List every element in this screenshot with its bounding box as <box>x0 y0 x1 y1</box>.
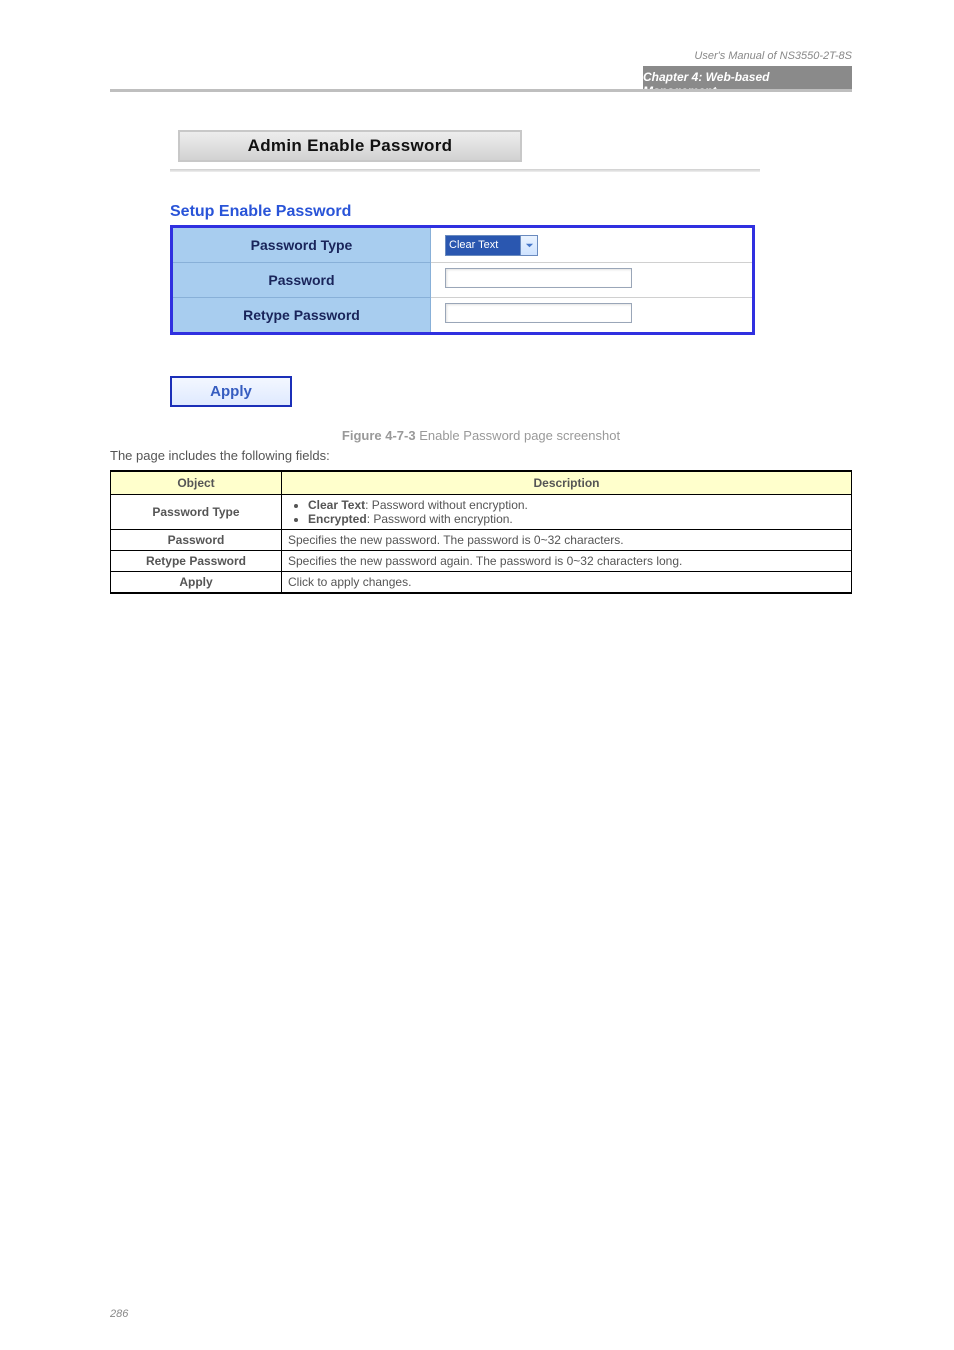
table-header-row: Object Description <box>111 471 852 495</box>
manual-title: User's Manual of NS3550-2T-8S <box>643 50 852 62</box>
th-object: Object <box>111 471 282 495</box>
table-row: Password Type Clear Text: Password witho… <box>111 495 852 530</box>
apply-button[interactable]: Apply <box>170 376 292 407</box>
cell-description: Specifies the new password. The password… <box>282 530 852 551</box>
chevron-down-icon <box>520 236 537 255</box>
bullet-bold: Encrypted <box>308 512 367 526</box>
cell-description: Click to apply changes. <box>282 572 852 594</box>
label-retype-password: Retype Password <box>172 298 431 334</box>
object-description-table: Object Description Password Type Clear T… <box>110 470 852 594</box>
label-password-type: Password Type <box>172 227 431 263</box>
row-password: Password <box>172 263 754 298</box>
cell-object: Password Type <box>111 495 282 530</box>
intro-paragraph: The page includes the following fields: <box>110 448 852 463</box>
retype-password-input[interactable] <box>445 303 632 323</box>
bullet-rest: : Password with encryption. <box>367 512 513 526</box>
bullet-item: Encrypted: Password with encryption. <box>308 512 845 526</box>
cell-description: Specifies the new password again. The pa… <box>282 551 852 572</box>
section-title: Setup Enable Password <box>170 203 351 221</box>
bullet-item: Clear Text: Password without encryption. <box>308 498 845 512</box>
figure-admin-enable-password: Admin Enable Password Setup Enable Passw… <box>168 123 763 413</box>
password-type-select[interactable]: Clear Text <box>445 235 538 256</box>
cell-object: Retype Password <box>111 551 282 572</box>
chapter-title: Chapter 4: Web-based Management <box>643 70 843 98</box>
th-description: Description <box>282 471 852 495</box>
form-table: Password Type Clear Text Password <box>170 225 755 335</box>
figure-caption: Figure 4-7-3 Enable Password page screen… <box>110 428 852 443</box>
table-row: Retype Password Specifies the new passwo… <box>111 551 852 572</box>
cell-object: Apply <box>111 572 282 594</box>
figure-number: Figure 4-7-3 <box>342 428 419 443</box>
cell-object: Password <box>111 530 282 551</box>
password-input[interactable] <box>445 268 632 288</box>
cell-description: Clear Text: Password without encryption.… <box>282 495 852 530</box>
password-type-value: Clear Text <box>446 236 520 255</box>
header-underline <box>110 89 852 92</box>
page: User's Manual of NS3550-2T-8S Chapter 4:… <box>0 0 954 1350</box>
row-retype-password: Retype Password <box>172 298 754 334</box>
page-number: 286 <box>110 1308 128 1320</box>
field-password-type: Clear Text <box>431 227 754 263</box>
bullet-rest: : Password without encryption. <box>365 498 528 512</box>
figure-caption-text: Enable Password page screenshot <box>419 428 620 443</box>
bullet-bold: Clear Text <box>308 498 365 512</box>
field-password <box>431 263 754 298</box>
panel-title: Admin Enable Password <box>178 130 522 162</box>
row-password-type: Password Type Clear Text <box>172 227 754 263</box>
table-row: Apply Click to apply changes. <box>111 572 852 594</box>
field-retype-password <box>431 298 754 334</box>
label-password: Password <box>172 263 431 298</box>
table-row: Password Specifies the new password. The… <box>111 530 852 551</box>
panel-divider <box>170 169 760 172</box>
